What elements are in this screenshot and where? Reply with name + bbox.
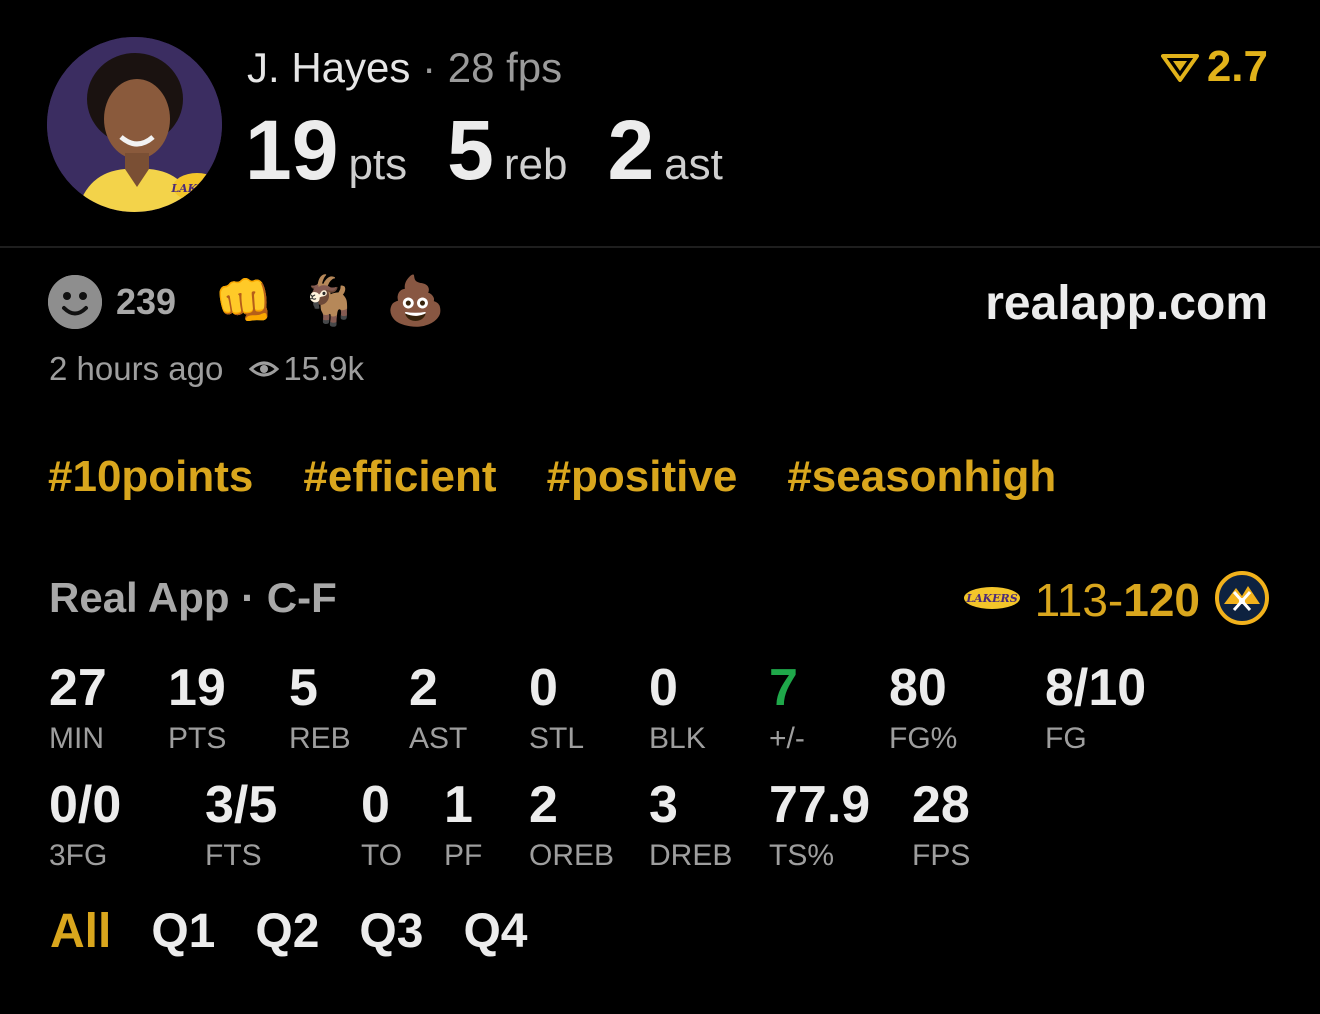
stat-value: 7 bbox=[769, 659, 798, 717]
stat-pts: 19 PTS bbox=[168, 662, 226, 756]
stat-value: 0 bbox=[649, 659, 678, 717]
tag-list: #10points #efficient #positive #seasonhi… bbox=[48, 452, 1106, 502]
source-position: Real App · C-F bbox=[49, 574, 337, 621]
stat-min: 27 MIN bbox=[49, 662, 107, 756]
stat-stl: 0 STL bbox=[529, 662, 584, 756]
headline-stats: 19 pts 5 reb 2 ast bbox=[245, 102, 763, 197]
stat-value: 0 bbox=[529, 659, 558, 717]
stat-label: PTS bbox=[168, 722, 227, 755]
tag-item[interactable]: #efficient bbox=[303, 452, 496, 502]
stat-label: STL bbox=[529, 722, 585, 755]
view-count: 15.9k bbox=[283, 350, 365, 387]
tag-item[interactable]: #seasonhigh bbox=[787, 452, 1056, 502]
stat-value: 19 bbox=[168, 659, 226, 717]
eye-icon bbox=[249, 358, 280, 380]
site-link[interactable]: realapp.com bbox=[985, 276, 1268, 331]
stat-to: 0 TO bbox=[361, 779, 402, 873]
stat-3fg: 0/0 3FG bbox=[49, 779, 121, 873]
quarter-tabs: All Q1 Q2 Q3 Q4 bbox=[50, 904, 567, 959]
stat-fts: 3/5 FTS bbox=[205, 779, 277, 873]
stat-label: BLK bbox=[649, 722, 706, 755]
stat-ts-pct: 77.9 TS% bbox=[769, 779, 870, 873]
stat-value: 3 bbox=[649, 776, 678, 834]
nuggets-logo-icon bbox=[1214, 570, 1270, 631]
stat-label: FG% bbox=[889, 722, 958, 755]
stat-pf: 1 PF bbox=[444, 779, 482, 873]
stat-blk: 0 BLK bbox=[649, 662, 706, 756]
lakers-logo-icon: LAKERS bbox=[963, 583, 1021, 618]
reaction-count: 239 bbox=[116, 281, 177, 322]
stat-fps: 28 FPS bbox=[912, 779, 970, 873]
stat-label: TS% bbox=[769, 839, 835, 872]
score-team2: 120 bbox=[1123, 574, 1200, 626]
headline-ast-unit: ast bbox=[664, 140, 723, 189]
goat-icon[interactable]: 🐐 bbox=[300, 278, 360, 326]
headline-pts-value: 19 bbox=[245, 103, 339, 197]
stat-fg-pct: 80 FG% bbox=[889, 662, 957, 756]
stat-label: +/- bbox=[769, 722, 805, 755]
tab-all[interactable]: All bbox=[50, 904, 111, 959]
player-name[interactable]: J. Hayes bbox=[247, 44, 410, 91]
stat-value: 2 bbox=[529, 776, 558, 834]
post-meta: 2 hours ago 15.9k bbox=[49, 350, 364, 388]
stat-oreb: 2 OREB bbox=[529, 779, 614, 873]
player-rating[interactable]: 2.7 bbox=[1160, 42, 1268, 92]
rating-icon bbox=[1160, 54, 1199, 82]
score-dash: - bbox=[1107, 574, 1124, 626]
svg-text:LAKERS: LAKERS bbox=[965, 592, 1017, 605]
stat-label: MIN bbox=[49, 722, 104, 755]
stat-value: 2 bbox=[409, 659, 438, 717]
stat-label: OREB bbox=[529, 839, 615, 872]
stat-value: 27 bbox=[49, 659, 107, 717]
reaction-bar: 239 👊 🐐 💩 bbox=[48, 275, 471, 329]
stat-value: 28 bbox=[912, 776, 970, 834]
stat-label: 3FG bbox=[49, 839, 108, 872]
fist-bump-icon[interactable]: 👊 bbox=[214, 278, 274, 326]
tab-q1[interactable]: Q1 bbox=[151, 904, 215, 959]
player-title: J. Hayes · 28 fps bbox=[247, 44, 562, 92]
headline-reb-unit: reb bbox=[503, 140, 568, 189]
stat-label: FTS bbox=[205, 839, 262, 872]
tab-q2[interactable]: Q2 bbox=[255, 904, 319, 959]
stat-ast: 2 AST bbox=[409, 662, 467, 756]
stat-label: REB bbox=[289, 722, 351, 755]
player-fps: 28 fps bbox=[447, 44, 563, 91]
game-score[interactable]: LAKERS 113 - 120 bbox=[963, 570, 1270, 631]
stat-value: 8/10 bbox=[1045, 659, 1147, 717]
stat-fg: 8/10 FG bbox=[1045, 662, 1146, 756]
stat-label: FPS bbox=[912, 839, 971, 872]
headline-ast-value: 2 bbox=[607, 103, 655, 197]
player-photo-icon: LAKERS bbox=[47, 37, 222, 212]
tab-q4[interactable]: Q4 bbox=[463, 904, 527, 959]
player-avatar[interactable]: LAKERS bbox=[47, 37, 222, 212]
headline-reb-value: 5 bbox=[447, 103, 494, 197]
stat-plus-minus: 7 +/- bbox=[769, 662, 805, 756]
stat-value: 80 bbox=[889, 659, 947, 717]
rating-value: 2.7 bbox=[1206, 42, 1268, 91]
headline-pts-unit: pts bbox=[348, 140, 408, 189]
stat-label: AST bbox=[409, 722, 468, 755]
stat-label: TO bbox=[361, 839, 403, 872]
stat-dreb: 3 DREB bbox=[649, 779, 732, 873]
stat-value: 1 bbox=[444, 776, 473, 834]
stat-value: 0/0 bbox=[49, 776, 122, 834]
score-team1: 113 bbox=[1034, 574, 1108, 626]
stat-label: FG bbox=[1045, 722, 1087, 755]
stat-value: 3/5 bbox=[205, 776, 278, 834]
stat-value: 5 bbox=[289, 659, 318, 717]
title-separator: · bbox=[422, 44, 437, 91]
smiley-icon[interactable] bbox=[48, 275, 102, 329]
stat-label: DREB bbox=[649, 839, 733, 872]
stat-label: PF bbox=[444, 839, 483, 872]
post-time: 2 hours ago bbox=[49, 350, 224, 387]
poop-icon[interactable]: 💩 bbox=[386, 278, 446, 326]
stat-value: 0 bbox=[361, 776, 390, 834]
tab-q3[interactable]: Q3 bbox=[359, 904, 423, 959]
tag-item[interactable]: #10points bbox=[48, 452, 253, 502]
stat-value: 77.9 bbox=[769, 776, 871, 834]
svg-text:LAKERS: LAKERS bbox=[170, 182, 222, 195]
stat-reb: 5 REB bbox=[289, 662, 351, 756]
player-header: LAKERS J. Hayes · 28 fps 19 pts 5 reb 2 … bbox=[0, 0, 1320, 248]
tag-item[interactable]: #positive bbox=[547, 452, 738, 502]
